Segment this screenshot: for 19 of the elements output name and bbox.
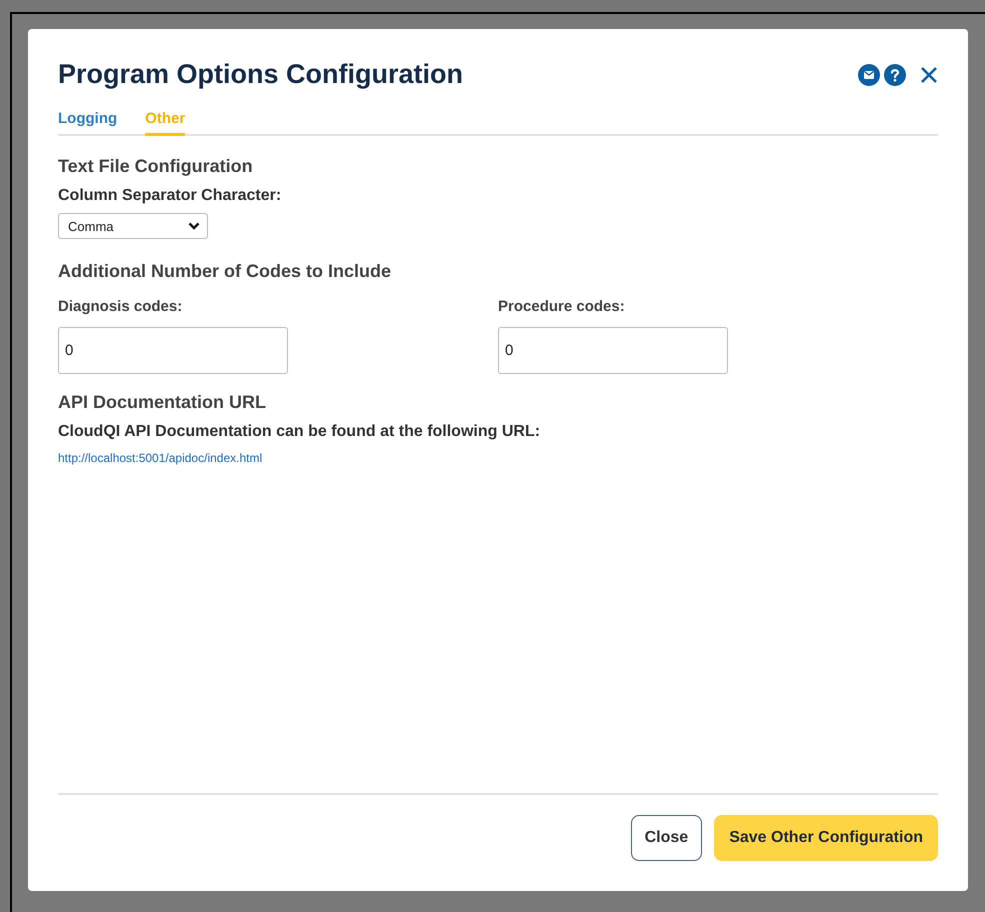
section-heading: Text File Configuration: [58, 156, 254, 177]
number-input[interactable]: 0: [58, 327, 288, 374]
close-icon[interactable]: [920, 66, 938, 84]
field-label: Procedure codes:: [498, 298, 626, 315]
dialog-title: Program Options Configuration: [58, 59, 463, 90]
section-heading: Additional Number of Codes to Include: [58, 261, 392, 282]
chevron-down-icon: [188, 222, 200, 230]
save-button[interactable]: Save Other Configuration: [714, 815, 938, 861]
field-label: Diagnosis codes:: [58, 298, 184, 315]
separator-dropdown[interactable]: Comma: [58, 213, 208, 239]
description-text: CloudQI API Documentation can be found at the following URL:: [58, 423, 542, 441]
mail-icon[interactable]: [858, 64, 880, 86]
number-input[interactable]: 0: [498, 327, 728, 374]
close-button[interactable]: Close: [630, 815, 702, 861]
section-heading: API Documentation URL: [58, 392, 268, 413]
help-icon[interactable]: [884, 64, 906, 86]
field-label: Column Separator Character:: [58, 187, 282, 205]
url-link[interactable]: http://localhost:5001/apidoc/index.html: [58, 451, 262, 465]
tab[interactable]: Logging: [58, 110, 118, 136]
